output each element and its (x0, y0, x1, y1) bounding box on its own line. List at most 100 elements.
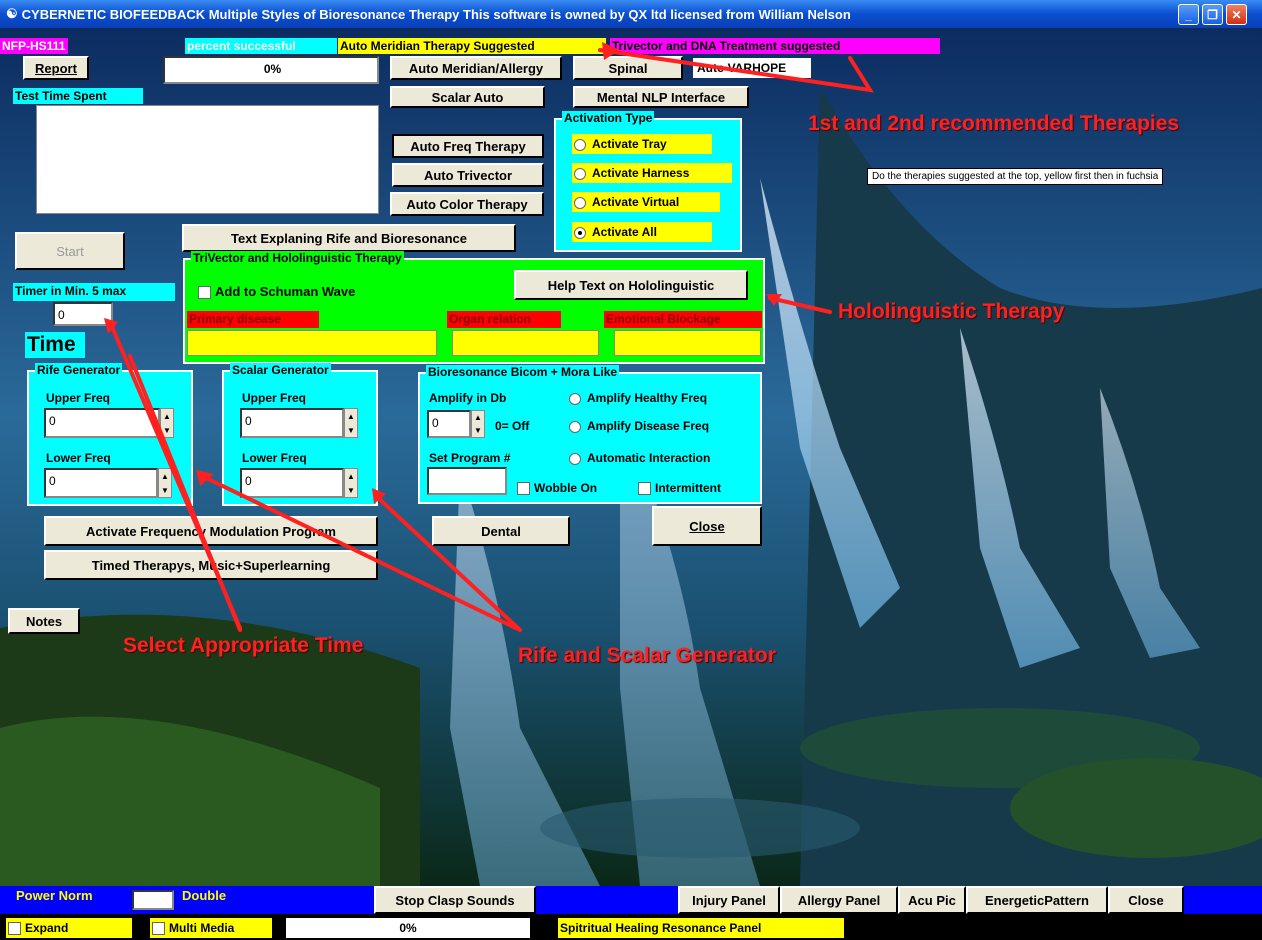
allergy-panel-button[interactable]: Allergy Panel (780, 886, 898, 914)
maximize-button[interactable]: ❐ (1202, 4, 1223, 25)
rife-scalar-annotation: Rife and Scalar Generator (518, 644, 776, 667)
activation-type-legend: Activation Type (562, 111, 655, 125)
schuman-wave-checkbox[interactable]: Add to Schuman Wave (196, 284, 416, 302)
auto-color-therapy-button[interactable]: Auto Color Therapy (390, 192, 544, 216)
intermittent-checkbox[interactable]: Intermittent (636, 480, 756, 496)
multimedia-label: Multi Media (169, 921, 235, 935)
status-close-button[interactable]: Close (1108, 886, 1184, 914)
radio-selected-icon (574, 226, 586, 239)
organ-relation-label: Organ relation (447, 311, 561, 328)
progress-percent: 0% (163, 56, 379, 84)
rife-lower-label: Lower Freq (46, 451, 111, 465)
checkbox-icon (517, 482, 530, 496)
stop-clasp-sounds-button[interactable]: Stop Clasp Sounds (374, 886, 536, 914)
select-time-annotation: Select Appropriate Time (123, 634, 364, 657)
activate-fm-button[interactable]: Activate Frequency Modulation Program (44, 516, 378, 546)
scalar-lower-input[interactable]: 0 (240, 468, 344, 498)
activate-all-radio[interactable]: Activate All (572, 222, 712, 242)
injury-panel-button[interactable]: Injury Panel (678, 886, 780, 914)
checkbox-icon (638, 482, 651, 496)
radio-icon (569, 392, 581, 405)
emotional-blockage-label: Emotional Blockage (604, 311, 762, 328)
multimedia-checkbox[interactable]: Multi Media (150, 918, 272, 938)
double-label: Double (182, 888, 227, 903)
timed-therapys-button[interactable]: Timed Therapys, Music+Superlearning (44, 550, 378, 580)
wobble-label: Wobble On (534, 481, 598, 495)
automatic-interaction-label: Automatic Interaction (587, 451, 711, 465)
notes-button[interactable]: Notes (8, 608, 80, 634)
power-norm-label: Power Norm (16, 888, 93, 903)
suggested-yellow-label: Auto Meridian Therapy Suggested (338, 38, 606, 54)
activate-harness-radio[interactable]: Activate Harness (572, 163, 732, 183)
minimize-button[interactable]: _ (1178, 4, 1199, 25)
time-label: Time (25, 332, 85, 358)
radio-icon (574, 167, 586, 180)
title-bar: ☯ CYBERNETIC BIOFEEDBACK Multiple Styles… (0, 0, 1262, 28)
scalar-legend: Scalar Generator (230, 363, 331, 377)
acu-pic-button[interactable]: Acu Pic (898, 886, 966, 914)
activate-virtual-radio[interactable]: Activate Virtual (572, 192, 720, 212)
scalar-lower-spinner[interactable]: ▲ ▼ (344, 468, 358, 498)
off-label: 0= Off (495, 419, 530, 433)
hololinguistic-annotation: Hololinguistic Therapy (838, 300, 1065, 323)
start-button[interactable]: Start (15, 232, 125, 270)
spinal-button[interactable]: Spinal (573, 56, 683, 80)
intermittent-label: Intermittent (655, 481, 721, 495)
auto-varhope-label[interactable]: Auto VARHOPE (693, 58, 811, 78)
rife-lower-spinner[interactable]: ▲ ▼ (158, 468, 172, 498)
activate-tray-radio[interactable]: Activate Tray (572, 134, 712, 154)
wobble-checkbox[interactable]: Wobble On (515, 480, 635, 496)
mental-nlp-button[interactable]: Mental NLP Interface (573, 86, 749, 108)
window-title: CYBERNETIC BIOFEEDBACK Multiple Styles o… (21, 6, 851, 22)
help-hololinguistic-button[interactable]: Help Text on Hololinguistic (514, 270, 748, 300)
suggested-fuchsia-label: Trivector and DNA Treatment suggested (610, 38, 940, 54)
expand-checkbox[interactable]: Expand (6, 918, 132, 938)
scalar-auto-button[interactable]: Scalar Auto (390, 86, 545, 108)
test-time-label: Test Time Spent (13, 88, 143, 104)
timer-input[interactable]: 0 (53, 302, 113, 326)
amplify-healthy-label: Amplify Healthy Freq (587, 391, 708, 405)
amplify-db-input[interactable]: 0 (427, 410, 471, 438)
emotional-blockage-field[interactable] (614, 330, 761, 356)
automatic-interaction-radio[interactable]: Automatic Interaction (567, 450, 757, 466)
amplify-disease-radio[interactable]: Amplify Disease Freq (567, 418, 757, 434)
auto-trivector-button[interactable]: Auto Trivector (392, 163, 544, 187)
rife-lower-input[interactable]: 0 (44, 468, 158, 498)
rife-upper-spinner[interactable]: ▲ ▼ (160, 408, 174, 438)
amplify-healthy-radio[interactable]: Amplify Healthy Freq (567, 390, 757, 406)
scalar-upper-input[interactable]: 0 (240, 408, 344, 438)
report-button[interactable]: Report (23, 56, 89, 80)
rife-upper-label: Upper Freq (46, 391, 111, 405)
trivector-legend: TriVector and Hololinguistic Therapy (191, 251, 404, 265)
primary-disease-label: Primary disease (187, 311, 319, 328)
scalar-lower-label: Lower Freq (242, 451, 307, 465)
amplify-db-spinner[interactable]: ▲ ▼ (471, 410, 485, 438)
primary-disease-field[interactable] (187, 330, 437, 356)
schuman-wave-label: Add to Schuman Wave (215, 284, 356, 299)
text-explaining-button[interactable]: Text Explaning Rife and Bioresonance (182, 224, 516, 252)
organ-relation-field[interactable] (452, 330, 599, 356)
set-program-label: Set Program # (429, 451, 511, 465)
spiritual-healing-label[interactable]: Spitritual Healing Resonance Panel (558, 918, 844, 938)
bottom-progress: 0% (286, 918, 530, 938)
close-window-button[interactable]: ✕ (1226, 4, 1247, 25)
bicom-legend: Bioresonance Bicom + Mora Like (426, 365, 620, 379)
test-time-box (36, 105, 379, 214)
dental-button[interactable]: Dental (432, 516, 570, 546)
radio-icon (574, 196, 586, 209)
scalar-upper-spinner[interactable]: ▲ ▼ (344, 408, 358, 438)
activate-all-label: Activate All (592, 225, 657, 239)
auto-freq-therapy-button[interactable]: Auto Freq Therapy (392, 134, 544, 158)
app-icon: ☯ (6, 6, 18, 21)
checkbox-icon (152, 922, 165, 936)
rife-upper-input[interactable]: 0 (44, 408, 160, 438)
recommended-annotation: 1st and 2nd recommended Therapies (808, 112, 1180, 135)
checkbox-icon (198, 286, 211, 300)
close-button[interactable]: Close (652, 506, 762, 546)
energetic-pattern-button[interactable]: EnergeticPattern (966, 886, 1108, 914)
auto-meridian-button[interactable]: Auto Meridian/Allergy (390, 56, 562, 80)
program-input[interactable] (427, 467, 507, 495)
rife-legend: Rife Generator (35, 363, 123, 377)
amplify-db-label: Amplify in Db (429, 391, 507, 405)
power-toggle[interactable] (132, 890, 174, 910)
